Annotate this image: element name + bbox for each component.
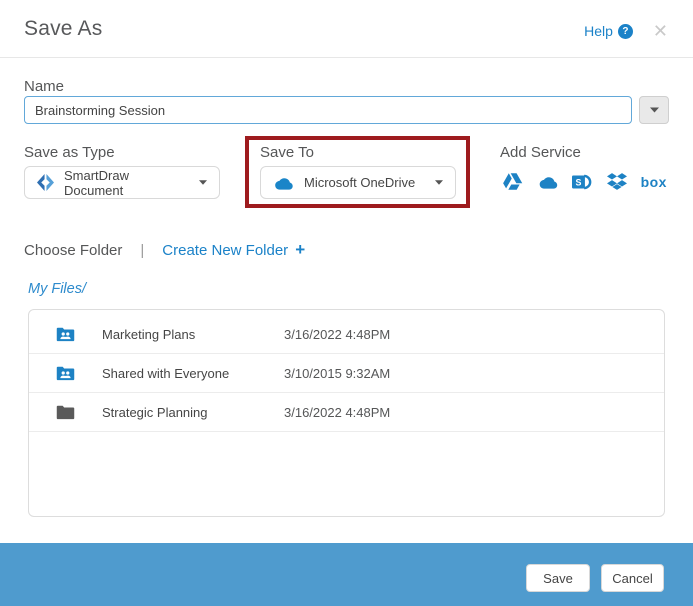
help-link[interactable]: Help ? (584, 23, 633, 39)
onedrive-cloud-icon (275, 177, 293, 190)
add-service-label: Add Service (500, 144, 581, 161)
page-title: Save As (24, 17, 103, 40)
plus-icon: + (295, 240, 306, 259)
sharepoint-letter: S (576, 177, 582, 187)
name-input[interactable] (24, 96, 632, 124)
divider: | (140, 241, 145, 259)
close-icon[interactable]: ✕ (653, 22, 668, 40)
name-label: Name (24, 78, 65, 95)
list-item[interactable]: Shared with Everyone 3/10/2015 9:32AM (29, 354, 664, 393)
chevron-down-icon (435, 180, 443, 185)
google-drive-icon[interactable] (502, 172, 523, 191)
save-as-dialog: Save As Help ? ✕ Name Save as Type Smart… (0, 0, 693, 606)
dropbox-icon[interactable] (606, 173, 627, 190)
folder-icon (56, 405, 75, 425)
shared-folder-icon (56, 327, 75, 347)
add-service-icons: S box (502, 172, 667, 191)
folder-list: Marketing Plans 3/16/2022 4:48PM Shared … (28, 309, 665, 517)
save-to-label: Save To (260, 144, 314, 161)
onedrive-icon[interactable] (537, 175, 559, 189)
box-icon[interactable]: box (641, 174, 667, 190)
save-to-value: Microsoft OneDrive (304, 175, 416, 190)
chevron-down-icon (199, 180, 207, 185)
sharepoint-icon[interactable]: S (572, 173, 593, 191)
box-logo-text: box (640, 173, 667, 190)
folder-modified-date: 3/10/2015 9:32AM (284, 365, 391, 381)
create-new-folder-label: Create New Folder (162, 241, 289, 259)
header-actions: Help ? ✕ (584, 22, 668, 40)
dialog-header: Save As Help ? ✕ (0, 0, 693, 58)
list-item[interactable]: Strategic Planning 3/16/2022 4:48PM (29, 393, 664, 432)
folder-modified-date: 3/16/2022 4:48PM (284, 326, 391, 342)
help-label: Help (584, 23, 613, 39)
save-to-dropdown[interactable]: Microsoft OneDrive (260, 166, 456, 199)
save-as-type-dropdown[interactable]: SmartDraw Document (24, 166, 220, 199)
folder-modified-date: 3/16/2022 4:48PM (284, 404, 391, 420)
name-history-dropdown-button[interactable] (639, 96, 669, 124)
choose-folder-label: Choose Folder (24, 241, 123, 259)
folder-name: Strategic Planning (102, 404, 208, 420)
save-to-highlight-box: Save To Microsoft OneDrive (245, 136, 470, 208)
save-button[interactable]: Save (526, 564, 590, 592)
save-as-type-label: Save as Type (24, 144, 115, 161)
folder-name: Marketing Plans (102, 326, 196, 342)
shared-folder-icon (56, 366, 75, 386)
breadcrumb[interactable]: My Files/ (28, 281, 86, 297)
folder-action-bar: Choose Folder | Create New Folder + (24, 240, 305, 260)
dialog-footer: Save Cancel (0, 543, 693, 606)
save-as-type-value: SmartDraw Document (64, 167, 130, 198)
smartdraw-logo-icon (37, 174, 54, 191)
folder-name: Shared with Everyone (102, 365, 230, 381)
cancel-button[interactable]: Cancel (601, 564, 664, 592)
list-item[interactable]: Marketing Plans 3/16/2022 4:48PM (29, 315, 664, 354)
create-new-folder-button[interactable]: Create New Folder + (162, 240, 305, 260)
help-icon: ? (617, 23, 633, 39)
chevron-down-icon (649, 107, 659, 113)
